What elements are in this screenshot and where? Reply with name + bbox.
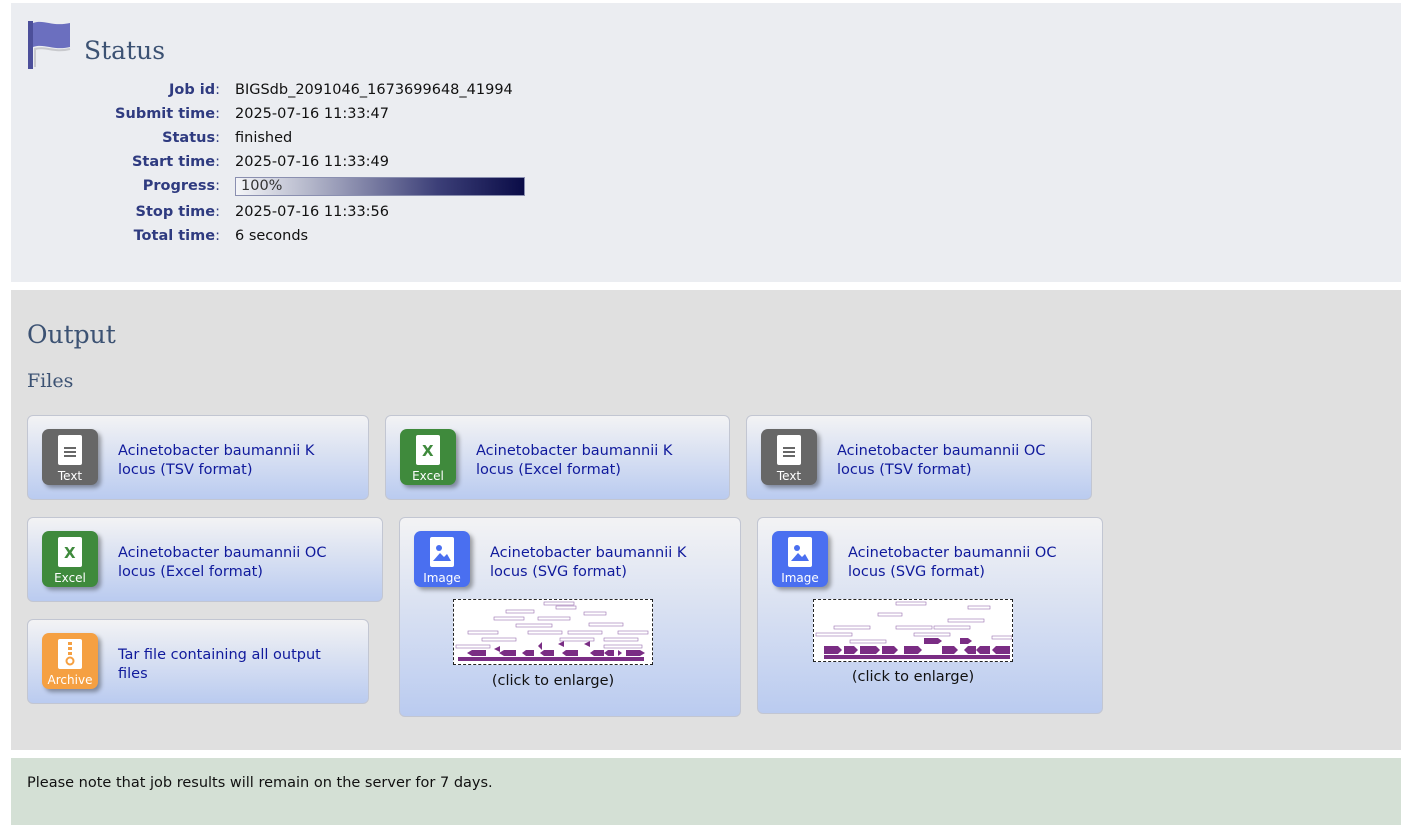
- file-card-oc-excel[interactable]: X Excel Acinetobacter baumannii OC locus …: [27, 517, 383, 602]
- file-link-k-excel[interactable]: Acinetobacter baumannii Klocus (Excel fo…: [476, 442, 696, 480]
- job-id-value: BIGSdb_2091046_1673699648_41994: [235, 82, 513, 98]
- file-link-archive[interactable]: Tar file containing all output files: [118, 646, 338, 684]
- excel-file-icon: X Excel: [42, 531, 98, 587]
- total-time-value: 6 seconds: [235, 228, 309, 244]
- oc-locus-enlarge-caption[interactable]: (click to enlarge): [813, 669, 1013, 685]
- output-heading: Output: [27, 320, 116, 349]
- archive-file-icon: Archive: [42, 633, 98, 689]
- retention-note: Please note that job results will remain…: [27, 775, 493, 791]
- submit-time-value: 2025-07-16 11:33:47: [235, 106, 389, 122]
- output-panel: Output Files Text Acinetobacter baumanni…: [11, 290, 1401, 750]
- retention-note-panel: Please note that job results will remain…: [11, 758, 1401, 825]
- file-link-k-svg[interactable]: Acinetobacter baumannii Klocus (SVG form…: [490, 544, 710, 582]
- stop-time-value: 2025-07-16 11:33:56: [235, 204, 389, 220]
- file-card-k-tsv[interactable]: Text Acinetobacter baumannii Klocus (TSV…: [27, 415, 369, 500]
- file-link-oc-tsv[interactable]: Acinetobacter baumannii OC locus (TSV for…: [837, 442, 1057, 480]
- start-time-value: 2025-07-16 11:33:49: [235, 154, 389, 170]
- file-link-oc-svg[interactable]: Acinetobacter baumannii OC locus (SVG for…: [848, 544, 1068, 582]
- progress-value: 100%: [241, 178, 283, 194]
- file-card-oc-tsv[interactable]: Text Acinetobacter baumannii OC locus (TS…: [746, 415, 1092, 500]
- file-link-oc-excel[interactable]: Acinetobacter baumannii OC locus (Excel f…: [118, 544, 338, 582]
- status-panel: Status Job id: BIGSdb_2091046_1673699648…: [11, 3, 1401, 282]
- file-card-oc-svg[interactable]: Image Acinetobacter baumannii OC locus (S…: [757, 517, 1103, 714]
- files-heading: Files: [27, 370, 74, 392]
- total-time-label: Total time: [133, 228, 216, 244]
- job-id-label: Job id: [168, 82, 216, 98]
- oc-locus-thumbnail[interactable]: [813, 599, 1013, 662]
- status-value: finished: [235, 130, 293, 146]
- start-time-label: Start time: [131, 154, 216, 170]
- submit-time-label: Submit time: [115, 106, 216, 122]
- k-locus-enlarge-caption[interactable]: (click to enlarge): [453, 673, 653, 689]
- status-heading: Status: [84, 36, 166, 65]
- stop-time-label: Stop time: [135, 204, 216, 220]
- image-file-icon: Image: [772, 531, 828, 587]
- flag-icon: [28, 21, 71, 69]
- file-link-k-tsv[interactable]: Acinetobacter baumannii Klocus (TSV form…: [118, 442, 338, 480]
- progress-bar: 100%: [235, 177, 525, 196]
- text-file-icon: Text: [761, 429, 817, 485]
- file-card-k-svg[interactable]: Image Acinetobacter baumannii Klocus (SV…: [399, 517, 741, 717]
- status-label: Status: [162, 130, 216, 146]
- image-file-icon: Image: [414, 531, 470, 587]
- text-file-icon: Text: [42, 429, 98, 485]
- progress-label: Progress: [142, 178, 216, 194]
- k-locus-thumbnail[interactable]: [453, 599, 653, 665]
- file-card-k-excel[interactable]: X Excel Acinetobacter baumannii Klocus (…: [385, 415, 730, 500]
- excel-file-icon: X Excel: [400, 429, 456, 485]
- file-card-archive[interactable]: Archive Tar file containing all output fi…: [27, 619, 369, 704]
